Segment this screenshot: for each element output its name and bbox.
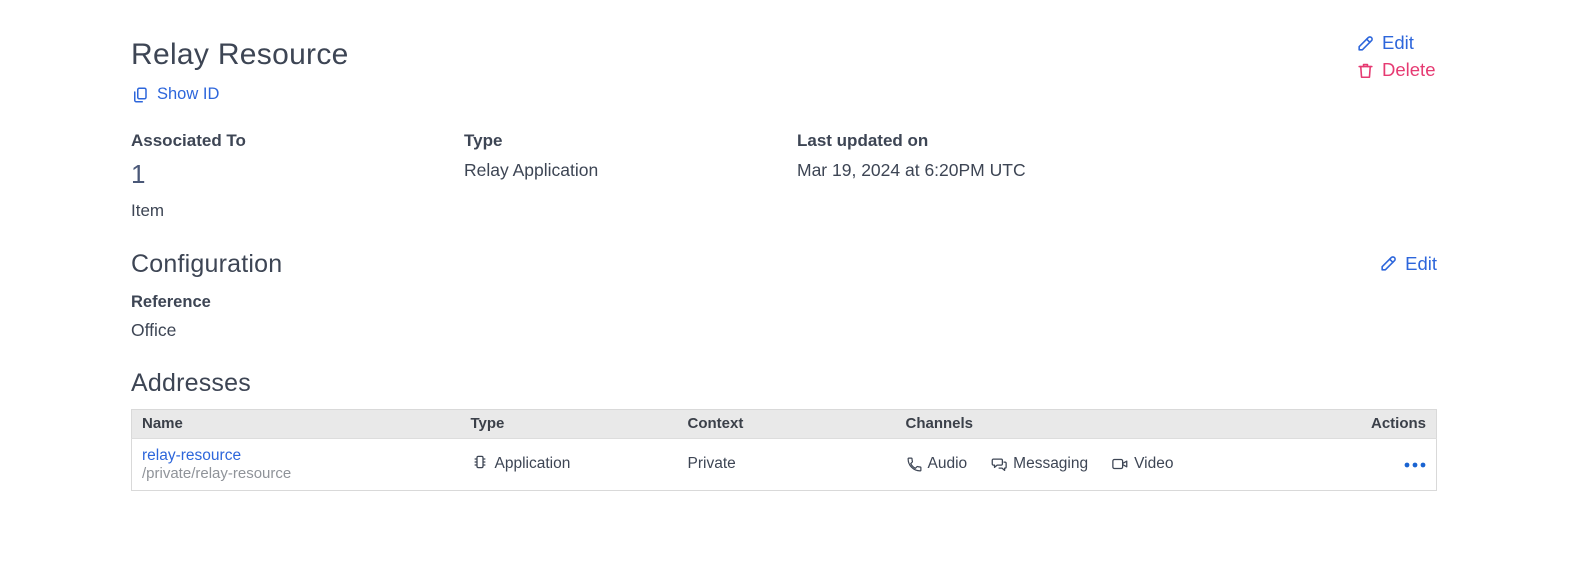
type-value: Relay Application [464, 160, 797, 181]
channel-video: Video [1111, 455, 1173, 473]
chip-icon [471, 453, 489, 476]
video-camera-icon [1111, 455, 1129, 473]
ellipsis-icon [1404, 455, 1426, 472]
page-title: Relay Resource [131, 38, 1437, 72]
channel-messaging: Messaging [990, 455, 1088, 473]
configuration-edit-label: Edit [1405, 253, 1437, 275]
associated-to-unit: Item [131, 201, 464, 221]
context-cell: Private [678, 438, 896, 490]
addresses-heading: Addresses [131, 368, 1437, 398]
meta-section: Associated To 1 Item Type Relay Applicat… [131, 131, 1437, 221]
pencil-icon [1379, 254, 1398, 273]
column-header-context: Context [678, 409, 896, 438]
table-row: relay-resource /private/relay-resource A… [132, 438, 1437, 490]
last-updated-label: Last updated on [797, 131, 1437, 151]
addresses-table: Name Type Context Channels Actions relay… [131, 409, 1437, 491]
column-header-name: Name [132, 409, 461, 438]
phone-icon [906, 456, 923, 473]
channel-messaging-label: Messaging [1013, 455, 1088, 473]
associated-to-value: 1 [131, 159, 464, 189]
addresses-table-header-row: Name Type Context Channels Actions [132, 409, 1437, 438]
trash-icon [1356, 61, 1375, 80]
delete-button[interactable]: Delete [1356, 59, 1435, 81]
page-actions: Edit Delete [1356, 32, 1435, 81]
type-label: Type [464, 131, 797, 151]
associated-to-label: Associated To [131, 131, 464, 151]
address-name-link[interactable]: relay-resource [142, 446, 241, 465]
column-header-channels: Channels [896, 409, 1331, 438]
last-updated-value: Mar 19, 2024 at 6:20PM UTC [797, 160, 1437, 181]
meta-type: Type Relay Application [464, 131, 797, 221]
channel-audio: Audio [906, 455, 968, 473]
channel-video-label: Video [1134, 455, 1173, 473]
show-id-button[interactable]: Show ID [131, 85, 219, 104]
name-cell: relay-resource /private/relay-resource [132, 438, 461, 490]
configuration-header-row: Configuration Edit [131, 249, 1437, 279]
meta-associated-to: Associated To 1 Item [131, 131, 464, 221]
pencil-icon [1356, 34, 1375, 53]
column-header-type: Type [461, 409, 678, 438]
show-id-label: Show ID [157, 85, 219, 104]
actions-cell [1331, 438, 1437, 490]
channel-audio-label: Audio [928, 455, 968, 473]
address-path: /private/relay-resource [142, 465, 451, 483]
reference-value: Office [131, 320, 1437, 340]
address-type-label: Application [495, 455, 571, 473]
edit-button-label: Edit [1382, 32, 1414, 54]
column-header-actions: Actions [1331, 409, 1437, 438]
delete-button-label: Delete [1382, 59, 1435, 81]
row-actions-menu-button[interactable] [1404, 462, 1426, 468]
configuration-edit-button[interactable]: Edit [1379, 253, 1437, 275]
channels-cell: Audio Messaging [896, 438, 1331, 490]
resource-detail-page: Relay Resource Show ID Edit [131, 0, 1437, 491]
type-cell: Application [461, 438, 678, 490]
copy-icon [131, 86, 149, 104]
edit-button[interactable]: Edit [1356, 32, 1435, 54]
chat-icon [990, 455, 1008, 473]
reference-label: Reference [131, 293, 1437, 312]
configuration-heading: Configuration [131, 249, 282, 279]
meta-last-updated: Last updated on Mar 19, 2024 at 6:20PM U… [797, 131, 1437, 221]
